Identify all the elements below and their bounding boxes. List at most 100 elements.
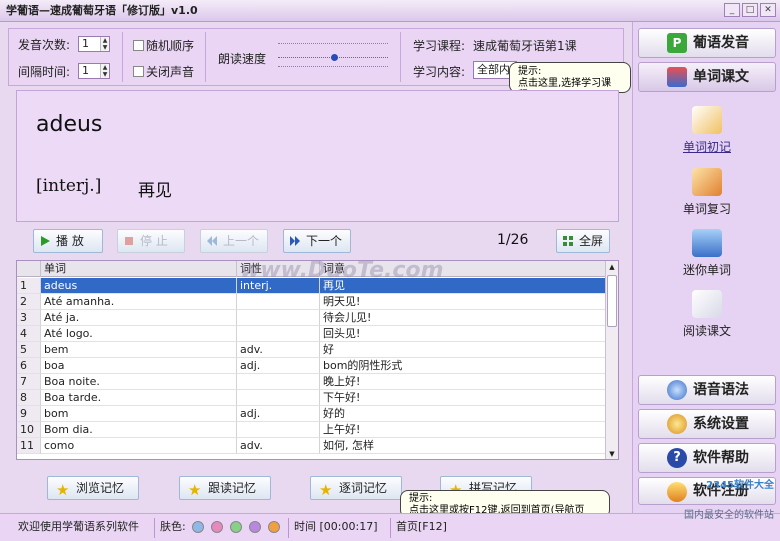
stop-label: 停 止 — [140, 234, 168, 248]
monitor-icon — [692, 229, 722, 257]
word-meaning: 再见 — [138, 181, 172, 201]
fullscreen-button[interactable]: 全屏 — [556, 229, 610, 253]
browse-memory-button[interactable]: ★ 浏览记忆 — [47, 476, 139, 500]
divider — [400, 32, 401, 82]
play-label: 播 放 — [56, 234, 84, 248]
p-icon: P — [667, 33, 687, 53]
cell-meaning: 待会儿见! — [320, 310, 607, 326]
header-word[interactable]: 单词 — [41, 261, 237, 277]
table-row[interactable]: 3 Até ja. 待会儿见! — [17, 310, 607, 326]
table-scrollbar[interactable]: ▲ ▼ — [605, 261, 618, 459]
prev-button[interactable]: 上一个 — [200, 229, 268, 253]
maximize-button[interactable]: □ — [742, 3, 758, 17]
play-count-spinner[interactable]: 1 ▲ ▼ — [78, 36, 110, 52]
home-tip-title: 提示: — [409, 493, 433, 504]
cell-word: bom — [41, 406, 237, 422]
browse-memory-label: 浏览记忆 — [76, 481, 125, 495]
sidebar-item-review[interactable]: 单词复习 — [638, 168, 776, 217]
interval-value: 1 — [82, 64, 89, 77]
pronunciation-button[interactable]: P 葡语发音 — [638, 28, 776, 58]
skin-swatch[interactable] — [192, 521, 204, 533]
cell-word: boa — [41, 358, 237, 374]
cell-word: Boa tarde. — [41, 390, 237, 406]
minimize-button[interactable]: _ — [724, 3, 740, 17]
scroll-down-icon[interactable]: ▼ — [607, 449, 617, 459]
table-row[interactable]: 6 boa adj. bom的阴性形式 — [17, 358, 607, 374]
play-button[interactable]: 播 放 — [33, 229, 103, 253]
sidebar: P 葡语发音 单词课文 单词初记 单词复习 迷你单词 阅读课文 语音语法 系统设… — [632, 22, 780, 513]
cell-word: como — [41, 438, 237, 454]
spinner-arrows-icon[interactable]: ▲ ▼ — [100, 37, 109, 51]
cell-pos: adj. — [237, 406, 320, 422]
stop-button[interactable]: 停 止 — [117, 229, 185, 253]
dictation-memory-button[interactable]: ★ 逐词记忆 — [310, 476, 402, 500]
mute-checkbox[interactable] — [133, 66, 144, 77]
interval-label: 间隔时间: — [18, 65, 71, 79]
grammar-label: 语音语法 — [693, 382, 749, 398]
skin-swatches — [192, 521, 292, 533]
spinner-arrows-icon[interactable]: ▲ ▼ — [100, 64, 109, 78]
time-label: 时间 [00:00:17] — [294, 520, 378, 533]
close-button[interactable]: ✕ — [760, 3, 776, 17]
settings-label: 系统设置 — [693, 416, 749, 432]
next-label: 下一个 — [306, 234, 343, 248]
skin-swatch[interactable] — [211, 521, 223, 533]
header-corner — [17, 261, 41, 277]
follow-memory-button[interactable]: ★ 跟读记忆 — [179, 476, 271, 500]
grammar-button[interactable]: 语音语法 — [638, 375, 776, 405]
skin-swatch[interactable] — [249, 521, 261, 533]
random-checkbox[interactable] — [133, 40, 144, 51]
scroll-up-icon[interactable]: ▲ — [607, 262, 617, 272]
title-bar: 学葡语—速成葡萄牙语「修订版」v1.0 — [0, 0, 780, 22]
table-row[interactable]: 2 Até amanha. 明天见! — [17, 294, 607, 310]
interval-spinner[interactable]: 1 ▲ ▼ — [78, 63, 110, 79]
row-number: 4 — [17, 326, 41, 342]
content-value: 全部内 — [477, 63, 510, 76]
cell-meaning: 下午好! — [320, 390, 607, 406]
sidebar-item-first-memory[interactable]: 单词初记 — [638, 106, 776, 155]
home-link[interactable]: 首页[F12] — [396, 514, 447, 540]
books-icon — [667, 67, 687, 87]
lessons-button[interactable]: 单词课文 — [638, 62, 776, 92]
star-icon: ★ — [56, 481, 70, 499]
watermark-badge-sub: 国内最安全的软件站 — [684, 510, 774, 521]
next-button[interactable]: 下一个 — [283, 229, 351, 253]
cell-word: Até ja. — [41, 310, 237, 326]
fullscreen-icon — [563, 236, 573, 246]
mute-label: 关闭声音 — [146, 65, 195, 79]
speed-label: 朗读速度 — [218, 52, 267, 66]
star-icon: ★ — [319, 481, 333, 499]
help-button[interactable]: ? 软件帮助 — [638, 443, 776, 473]
skin-swatch[interactable] — [268, 521, 280, 533]
cell-pos: adv. — [237, 342, 320, 358]
settings-button[interactable]: 系统设置 — [638, 409, 776, 439]
table-row[interactable]: 7 Boa noite. 晚上好! — [17, 374, 607, 390]
cell-word: Até logo. — [41, 326, 237, 342]
speed-slider-thumb[interactable] — [331, 54, 338, 61]
sidebar-item-label: 单词复习 — [682, 202, 731, 216]
table-row[interactable]: 11 como adv. 如何, 怎样 — [17, 438, 607, 454]
cell-pos — [237, 422, 320, 438]
table-row[interactable]: 10 Bom dia. 上午好! — [17, 422, 607, 438]
sidebar-item-label: 单词初记 — [682, 140, 731, 154]
pronunciation-label: 葡语发音 — [693, 35, 749, 51]
cell-meaning: 好的 — [320, 406, 607, 422]
window-title: 学葡语—速成葡萄牙语「修订版」v1.0 — [6, 4, 198, 17]
cell-meaning: bom的阴性形式 — [320, 358, 607, 374]
cell-meaning: 上午好! — [320, 422, 607, 438]
vocab-table[interactable]: 单词 词性 词意 1 adeus interj. 再见 2 Até amanha. 明天见!… — [16, 260, 619, 460]
cell-meaning: 明天见! — [320, 294, 607, 310]
table-row[interactable]: 8 Boa tarde. 下午好! — [17, 390, 607, 406]
skin-swatch[interactable] — [230, 521, 242, 533]
cell-word: adeus — [41, 278, 237, 294]
table-row[interactable]: 5 bem adv. 好 — [17, 342, 607, 358]
sidebar-item-reading[interactable]: 阅读课文 — [638, 290, 776, 339]
course-tip-title: 提示: — [518, 66, 542, 77]
cell-pos: adv. — [237, 438, 320, 454]
course-selector[interactable]: 速成葡萄牙语第1课 — [473, 37, 577, 54]
table-row[interactable]: 9 bom adj. 好的 — [17, 406, 607, 422]
rewind-icon — [207, 236, 217, 246]
scroll-thumb[interactable] — [607, 275, 617, 327]
table-row[interactable]: 4 Até logo. 回头见! — [17, 326, 607, 342]
sidebar-item-mini-words[interactable]: 迷你单词 — [638, 229, 776, 278]
